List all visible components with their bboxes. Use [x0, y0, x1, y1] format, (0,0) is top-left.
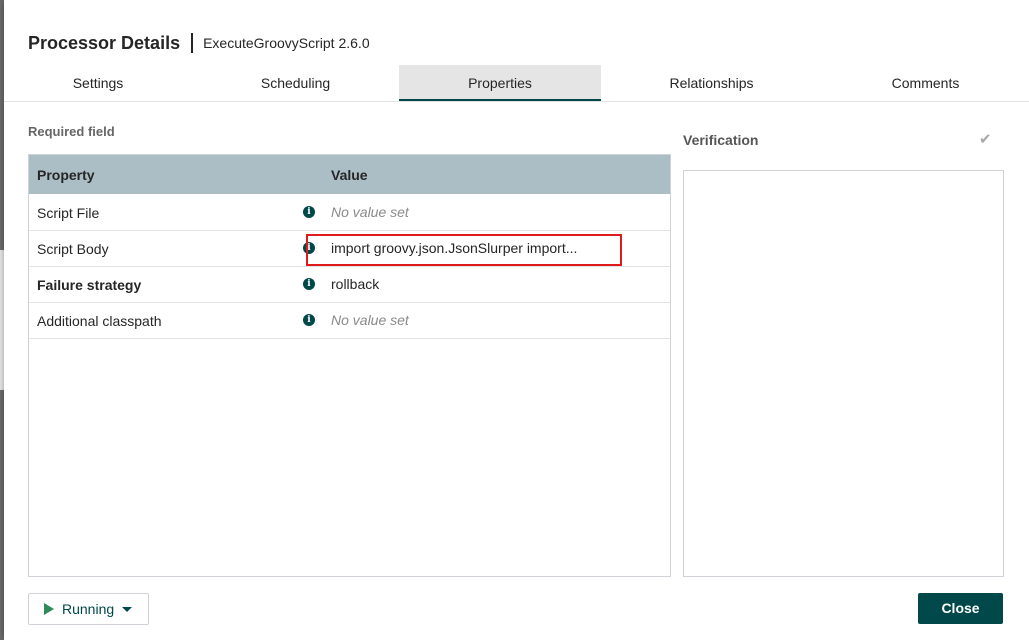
- property-value[interactable]: No value set: [331, 204, 409, 220]
- property-name: Script Body: [37, 241, 109, 257]
- run-status-label: Running: [62, 601, 115, 617]
- property-name: Script File: [37, 205, 100, 221]
- table-row[interactable]: Additional classpath i No value set: [29, 303, 670, 339]
- title-separator: [191, 33, 194, 53]
- tab-comments[interactable]: Comments: [822, 65, 1029, 101]
- tab-settings[interactable]: Settings: [4, 65, 192, 101]
- property-value[interactable]: No value set: [331, 312, 409, 328]
- run-status-button[interactable]: Running: [28, 593, 149, 625]
- column-header-property[interactable]: Property: [37, 167, 95, 183]
- tab-properties[interactable]: Properties: [399, 65, 601, 101]
- verification-label: Verification: [683, 132, 759, 148]
- verification-panel: [683, 170, 1004, 577]
- tab-bar: Settings Scheduling Properties Relations…: [4, 65, 1029, 102]
- tab-relationships[interactable]: Relationships: [601, 65, 822, 101]
- property-name: Additional classpath: [37, 313, 162, 329]
- dialog-header: Processor Details ExecuteGroovyScript 2.…: [28, 30, 370, 56]
- table-row[interactable]: Script File i No value set: [29, 195, 670, 231]
- play-icon: [44, 603, 54, 615]
- table-header: Property Value: [29, 155, 670, 194]
- tab-scheduling[interactable]: Scheduling: [192, 65, 399, 101]
- column-header-value[interactable]: Value: [331, 167, 368, 183]
- info-icon[interactable]: i: [303, 206, 315, 218]
- close-button[interactable]: Close: [918, 593, 1003, 624]
- properties-table: Property Value Script File i No value se…: [28, 154, 671, 577]
- required-field-label: Required field: [28, 124, 115, 139]
- checkmark-icon[interactable]: ✔: [979, 130, 992, 148]
- dialog-title: Processor Details: [28, 32, 181, 53]
- property-name: Failure strategy: [37, 277, 142, 293]
- table-row[interactable]: Failure strategy i rollback: [29, 267, 670, 303]
- info-icon[interactable]: i: [303, 278, 315, 290]
- script-body-highlight-box: [306, 234, 622, 266]
- property-value[interactable]: rollback: [331, 276, 379, 292]
- info-icon[interactable]: i: [303, 314, 315, 326]
- chevron-down-icon: [122, 606, 133, 612]
- processor-details-dialog: Processor Details ExecuteGroovyScript 2.…: [4, 0, 1029, 640]
- processor-type: ExecuteGroovyScript 2.6.0: [203, 35, 370, 51]
